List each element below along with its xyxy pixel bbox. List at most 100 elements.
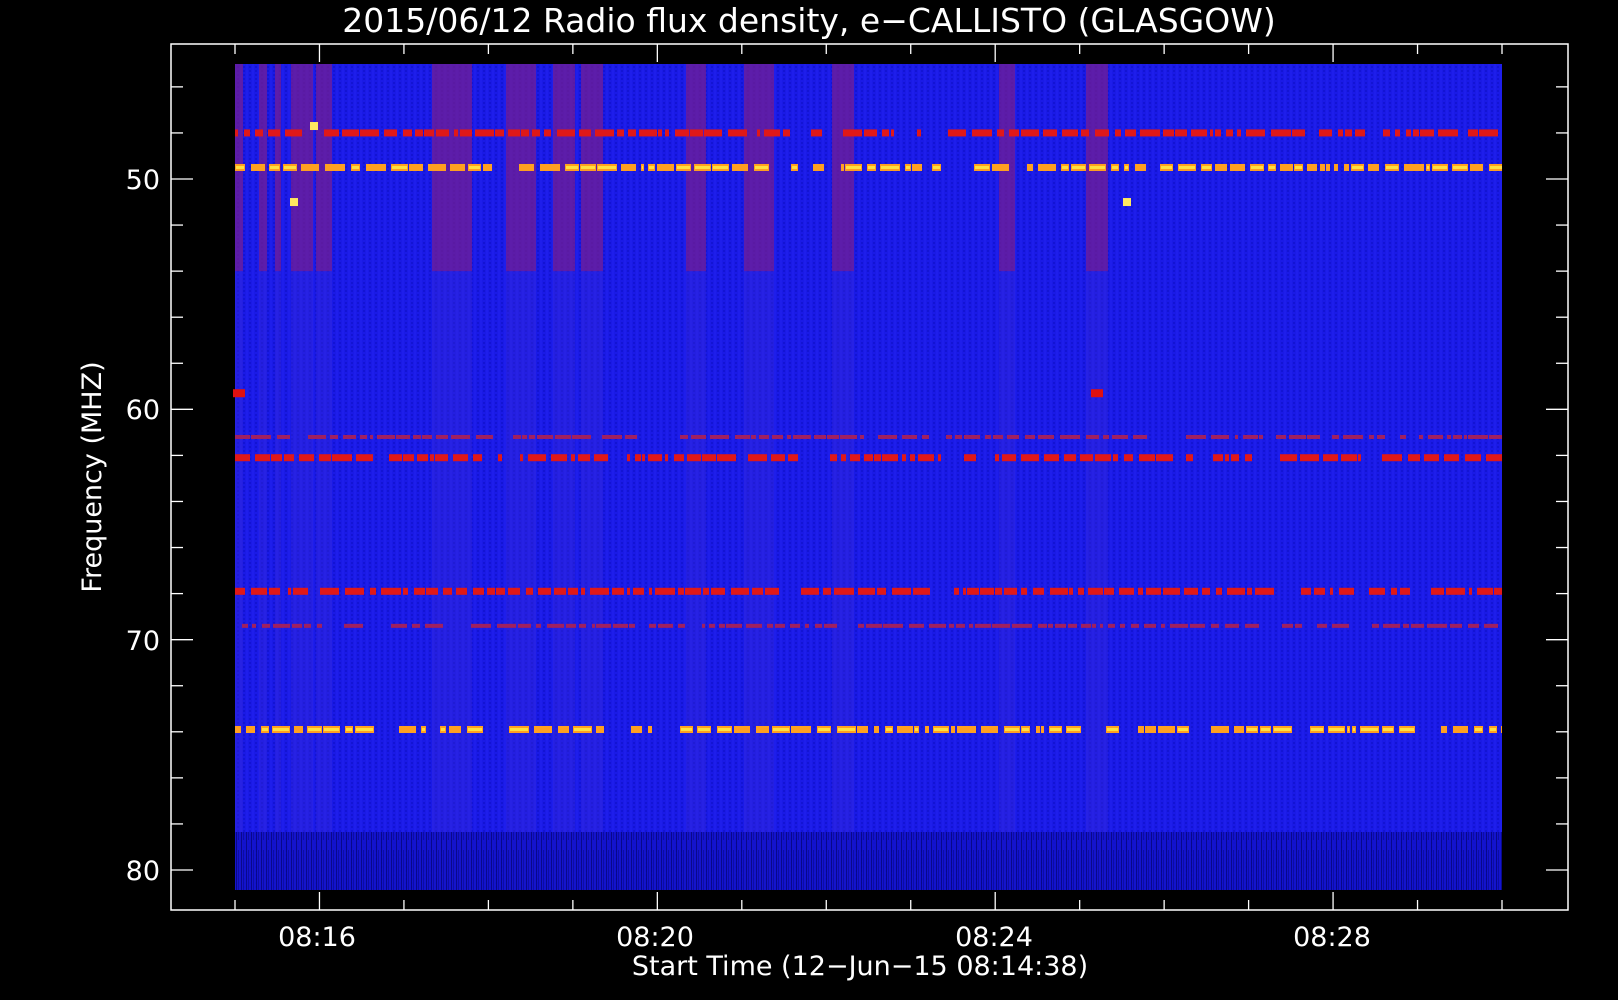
band-segment [453,454,468,462]
band-segment [674,454,684,462]
band-segment [913,587,930,595]
band-segment [1230,163,1245,171]
band-highlight [1062,165,1068,169]
band-segment [1355,129,1365,137]
band-segment [1469,587,1472,595]
band-segment [954,587,959,595]
band-segment [1060,434,1080,439]
band-segment [255,129,263,137]
band-highlight [718,727,731,731]
band-segment [1012,623,1032,628]
band-highlight [1383,727,1393,731]
band-segment [1186,434,1206,439]
band-segment [843,129,862,137]
band-highlight [469,165,480,169]
band-segment [811,129,822,137]
band-segment [759,434,769,439]
band-highlight [1475,727,1482,731]
band-segment [1307,434,1320,439]
band-segment [235,454,250,462]
band-segment [1404,163,1424,171]
band-segment [985,434,991,439]
band-segment [860,434,864,439]
band-segment [285,129,302,137]
band-segment [1307,163,1317,171]
band-segment [658,623,673,628]
band-segment [1191,129,1207,137]
band-segment [344,623,363,628]
band-segment [731,587,749,595]
band-segment [909,623,924,628]
band-segment [702,454,716,462]
band-segment [1124,454,1133,462]
band-segment [751,434,756,439]
band-segment [1021,129,1039,137]
band-highlight [1400,727,1414,731]
band-highlight [574,727,591,731]
band-highlight [975,165,989,169]
band-segment [1489,434,1502,439]
band-segment [1323,454,1338,462]
band-segment [592,623,595,628]
band-segment [1007,434,1019,439]
band-segment [649,587,652,595]
band-segment [476,434,493,439]
band-segment [964,454,976,462]
band-segment [752,587,763,595]
band-highlight [1352,165,1363,169]
band-segment [1358,454,1361,462]
band-segment [1341,454,1357,462]
band-segment [858,587,875,595]
x-tick-label: 08:28 [1293,922,1371,953]
band-segment [891,129,894,137]
band-segment [1479,129,1498,137]
low-frequency-noise-region [235,832,1502,890]
band-segment [902,454,906,462]
band-segment [813,163,824,171]
band-segment [814,434,826,439]
band-segment [748,454,767,462]
band-segment [1292,129,1305,137]
band-segment [430,454,434,462]
band-segment [648,725,652,733]
band-segment [381,587,401,595]
band-segment [1044,454,1059,462]
band-segment [756,725,769,733]
band-highlight [308,727,321,731]
band-segment [874,725,879,733]
band-segment [1210,129,1213,137]
band-segment [403,454,414,462]
band-segment [897,725,913,733]
band-segment [841,454,846,462]
band-segment [377,434,395,439]
band-segment [1427,623,1447,628]
band-segment [1133,434,1147,439]
band-segment [1186,454,1193,462]
band-segment [1289,434,1306,439]
band-segment [1276,434,1286,439]
band-segment [1163,129,1174,137]
band-highlight [1295,165,1302,169]
band-segment [271,454,282,462]
band-segment [1280,454,1297,462]
band-segment [882,454,898,462]
band-segment [424,129,434,137]
band-segment [617,129,624,137]
band-segment [1344,163,1349,171]
band-segment [1227,587,1245,595]
band-highlight [236,165,244,169]
band-segment [1468,129,1478,137]
bright-spot [1123,198,1131,207]
band-segment [269,587,280,595]
band-segment [1115,129,1121,137]
band-segment [877,587,886,595]
band-segment [1138,587,1143,595]
band-segment [498,454,502,462]
band-segment [1413,129,1419,137]
band-segment [370,434,373,439]
band-highlight [681,727,692,731]
band-segment [450,163,465,171]
band-segment [366,163,386,171]
band-highlight [698,727,710,731]
band-segment [883,623,903,628]
